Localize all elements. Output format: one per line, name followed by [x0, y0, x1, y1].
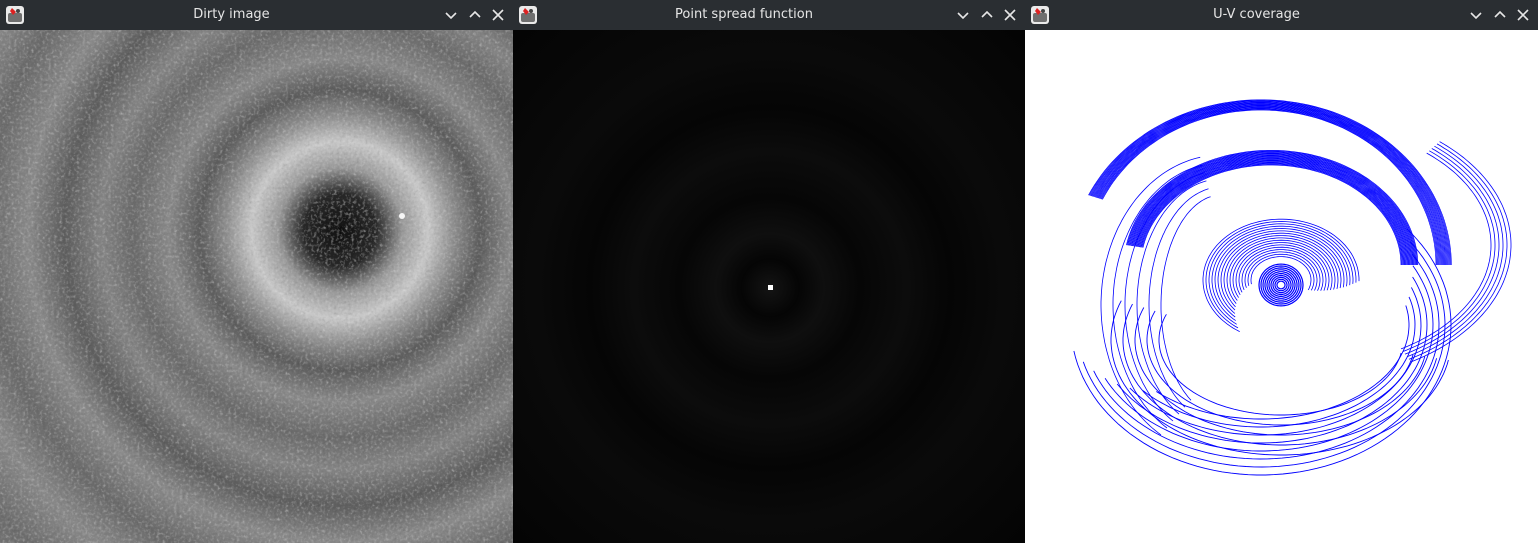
- uv-track: [1073, 228, 1452, 476]
- uv-track: [1092, 102, 1448, 266]
- uv-track: [1276, 280, 1286, 290]
- window-title: U-V coverage: [1213, 7, 1300, 22]
- uv-track: [1264, 269, 1298, 301]
- dirty-image-canvas: [0, 30, 513, 543]
- uv-coverage-plot: [1073, 99, 1512, 476]
- psf-image: [513, 30, 1025, 543]
- uv-track: [1134, 307, 1426, 436]
- uv-track: [1226, 237, 1336, 304]
- uv-track: [1142, 296, 1416, 428]
- minimize-icon[interactable]: [441, 5, 461, 25]
- java-app-icon[interactable]: [5, 5, 25, 25]
- dirty-image: [0, 30, 513, 543]
- uv-track: [1093, 103, 1446, 266]
- maximize-icon[interactable]: [977, 5, 997, 25]
- uv-track: [1130, 154, 1414, 266]
- window-title: Dirty image: [193, 7, 270, 22]
- uv-track: [1133, 156, 1411, 266]
- uv-track: [1137, 159, 1407, 266]
- uv-track: [1410, 141, 1512, 363]
- uv-track: [1134, 157, 1410, 266]
- psf-canvas: [513, 30, 1025, 543]
- minimize-icon[interactable]: [1466, 5, 1486, 25]
- uv-track: [1129, 287, 1422, 436]
- window-title: Point spread function: [675, 7, 813, 22]
- titlebar[interactable]: U-V coverage: [1025, 0, 1538, 31]
- titlebar[interactable]: Dirty image: [0, 0, 513, 31]
- uv-track: [1270, 274, 1292, 296]
- psf-peak: [768, 285, 773, 290]
- close-icon[interactable]: [1513, 5, 1533, 25]
- uv-track: [1131, 154, 1413, 266]
- uv-track: [1132, 155, 1412, 266]
- uv-canvas: [1025, 30, 1538, 543]
- maximize-icon[interactable]: [1490, 5, 1510, 25]
- java-app-icon[interactable]: [518, 5, 538, 25]
- uv-track: [1160, 196, 1211, 401]
- maximize-icon[interactable]: [465, 5, 485, 25]
- java-app-icon[interactable]: [1030, 5, 1050, 25]
- minimize-icon[interactable]: [953, 5, 973, 25]
- uv-coverage-window: U-V coverage: [1025, 0, 1538, 543]
- psf-window: Point spread function: [513, 0, 1025, 543]
- uv-track: [1104, 265, 1434, 452]
- titlebar[interactable]: Point spread function: [513, 0, 1025, 31]
- uv-track: [1146, 310, 1414, 426]
- uv-track: [1205, 221, 1357, 329]
- uv-track: [1093, 103, 1447, 266]
- uv-track: [1133, 156, 1411, 266]
- uv-track: [1156, 305, 1410, 420]
- close-icon[interactable]: [488, 5, 508, 25]
- dirty-image-window: Dirty image: [0, 0, 513, 543]
- close-icon[interactable]: [1000, 5, 1020, 25]
